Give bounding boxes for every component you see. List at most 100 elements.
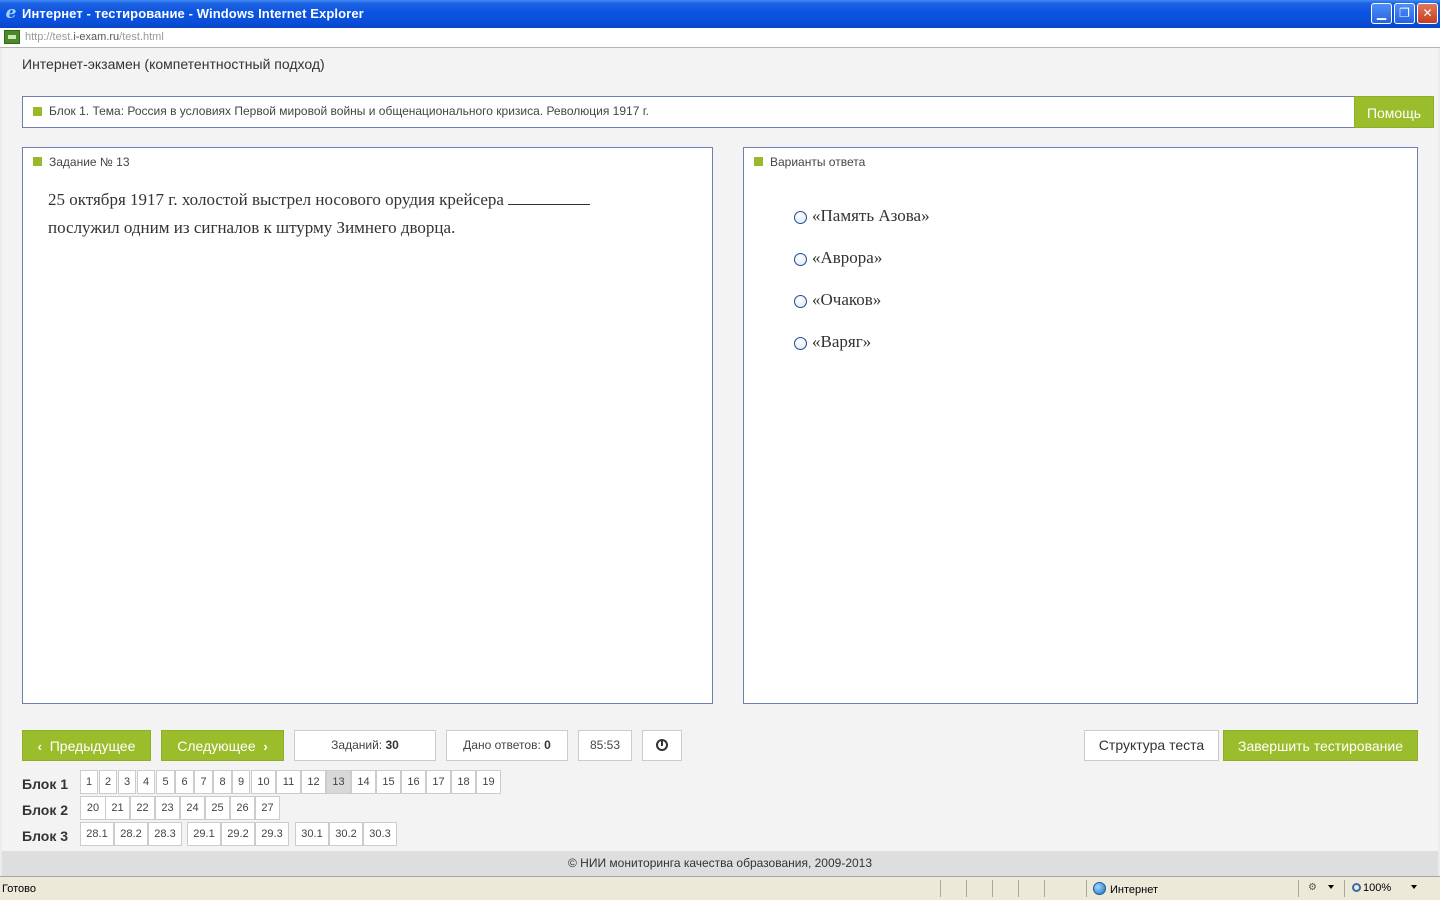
- status-separator: [1018, 880, 1019, 897]
- task-nav-cell[interactable]: 22: [130, 796, 155, 820]
- answer-option-label[interactable]: «Аврора»: [812, 248, 882, 268]
- test-structure-button[interactable]: Структура теста: [1084, 730, 1219, 761]
- task-nav-cell[interactable]: 13: [326, 770, 351, 794]
- answer-blank: [508, 189, 591, 205]
- answers-count-label: Дано ответов:: [463, 738, 541, 752]
- task-nav-cell[interactable]: 28.2: [114, 822, 148, 846]
- block-label: Блок 2: [22, 802, 69, 818]
- task-nav-cell[interactable]: 19: [476, 770, 501, 794]
- status-separator: [1344, 880, 1345, 897]
- task-nav-cell[interactable]: 29.3: [255, 822, 289, 846]
- task-nav-cell[interactable]: 3: [118, 770, 136, 794]
- finish-test-button[interactable]: Завершить тестирование: [1223, 730, 1418, 761]
- block-row-3: Блок 3 28.1 28.2 28.3 29.1 29.2 29.3 30.1 30.2 3…: [22, 822, 522, 846]
- status-bar: Готово Интернет ⚙ 100%: [0, 876, 1440, 900]
- chevron-right-icon: ›: [263, 739, 268, 754]
- answer-option-label[interactable]: «Очаков»: [812, 290, 881, 310]
- task-nav-cell[interactable]: 26: [230, 796, 255, 820]
- task-nav-cell[interactable]: 24: [180, 796, 205, 820]
- zoom-icon: [1352, 883, 1361, 892]
- task-nav-cell[interactable]: 16: [401, 770, 426, 794]
- task-nav-cell[interactable]: 11: [276, 770, 301, 794]
- ie-logo-icon: e: [5, 3, 17, 23]
- task-nav-cell[interactable]: 23: [155, 796, 180, 820]
- status-separator: [940, 880, 941, 897]
- radio-button[interactable]: [794, 337, 807, 350]
- task-nav-cell[interactable]: 12: [301, 770, 326, 794]
- timer-display: 85:53: [578, 730, 632, 761]
- task-nav-cell[interactable]: 21: [105, 796, 130, 820]
- next-button[interactable]: Следующее ›: [161, 730, 284, 761]
- site-favicon-icon: [4, 30, 20, 44]
- maximize-button[interactable]: ❐: [1394, 3, 1415, 24]
- radio-button[interactable]: [794, 295, 807, 308]
- task-nav-cell[interactable]: 10: [251, 770, 276, 794]
- task-nav-cell[interactable]: 2: [99, 770, 117, 794]
- security-zone[interactable]: Интернет: [1093, 882, 1158, 896]
- minimize-button[interactable]: ▁: [1371, 3, 1392, 24]
- task-header: Задание № 13: [49, 155, 130, 169]
- zoom-level: 100%: [1363, 882, 1392, 894]
- answer-option-label[interactable]: «Память Азова»: [812, 206, 930, 226]
- task-nav-cell[interactable]: 30.2: [329, 822, 363, 846]
- status-separator: [992, 880, 993, 897]
- task-nav-cell[interactable]: 9: [232, 770, 250, 794]
- task-nav-cell[interactable]: 29.2: [221, 822, 255, 846]
- chevron-down-icon[interactable]: [1328, 885, 1334, 889]
- task-nav-cell[interactable]: 20: [80, 796, 106, 820]
- block-topic-bar: Блок 1. Тема: Россия в условиях Первой м…: [22, 96, 1434, 128]
- task-nav-cell[interactable]: 4: [137, 770, 155, 794]
- task-nav-cell[interactable]: 7: [194, 770, 213, 794]
- chevron-down-icon[interactable]: [1411, 885, 1417, 889]
- answer-option-label[interactable]: «Варяг»: [812, 332, 871, 352]
- task-nav-cell[interactable]: 1: [80, 770, 98, 794]
- task-nav-cell[interactable]: 18: [451, 770, 476, 794]
- square-bullet-icon: [33, 107, 42, 116]
- task-nav-cell[interactable]: 30.1: [295, 822, 329, 846]
- page-url[interactable]: http://test.i-exam.ru/test.html: [25, 31, 164, 43]
- task-nav-cell[interactable]: 14: [351, 770, 376, 794]
- radio-button[interactable]: [794, 253, 807, 266]
- zoom-control[interactable]: 100%: [1352, 882, 1391, 894]
- tasks-count-box: Заданий: 30: [294, 730, 436, 761]
- status-text: Готово: [2, 883, 36, 895]
- block-row-2: Блок 2 20 21 22 23 24 25 26 27: [22, 796, 522, 820]
- radio-button[interactable]: [794, 211, 807, 224]
- tasks-count-value: 30: [385, 738, 399, 752]
- tasks-count-label: Заданий:: [331, 738, 383, 752]
- answers-panel: Варианты ответа «Память Азова» «Аврора» …: [743, 147, 1418, 704]
- task-panel: Задание № 13 25 октября 1917 г. холостой…: [22, 147, 713, 704]
- block-row-1: Блок 1 1 2 3 4 5 6 7 8 9 10 11 12 13 14 15 16 17 18 19: [22, 770, 522, 794]
- close-button[interactable]: ✕: [1417, 3, 1438, 24]
- task-nav-cell[interactable]: 5: [156, 770, 175, 794]
- globe-icon: [1093, 882, 1106, 895]
- question-part2: послужил одним из сигналов к штурму Зимн…: [48, 218, 456, 237]
- status-separator: [1298, 880, 1299, 897]
- page-content: Интернет-экзамен (компетентностный подхо…: [2, 48, 1438, 876]
- task-nav-cell[interactable]: 6: [175, 770, 194, 794]
- security-zone-label: Интернет: [1110, 884, 1158, 896]
- status-separator: [966, 880, 967, 897]
- next-button-label: Следующее: [177, 738, 256, 754]
- clock-icon: [656, 738, 668, 751]
- window-titlebar: e Интернет - тестирование - Windows Inte…: [0, 0, 1440, 28]
- task-nav-cell[interactable]: 17: [426, 770, 451, 794]
- task-nav-cell[interactable]: 29.1: [187, 822, 221, 846]
- window-title: Интернет - тестирование - Windows Intern…: [22, 6, 364, 21]
- task-nav-cell[interactable]: 28.1: [80, 822, 114, 846]
- square-bullet-icon: [33, 157, 42, 166]
- protected-mode-icon[interactable]: ⚙: [1308, 882, 1322, 894]
- timer-toggle-button[interactable]: [642, 730, 682, 761]
- task-nav-cell[interactable]: 25: [205, 796, 230, 820]
- question-text: 25 октября 1917 г. холостой выстрел носо…: [48, 186, 658, 242]
- page-title: Интернет-экзамен (компетентностный подхо…: [22, 56, 325, 72]
- task-nav-cell[interactable]: 30.3: [363, 822, 397, 846]
- task-nav-cell[interactable]: 15: [376, 770, 401, 794]
- task-nav-cell[interactable]: 28.3: [148, 822, 182, 846]
- answers-header: Варианты ответа: [770, 155, 866, 169]
- task-nav-cell[interactable]: 8: [213, 770, 232, 794]
- help-button[interactable]: Помощь: [1354, 96, 1434, 128]
- task-nav-cell[interactable]: 27: [255, 796, 280, 820]
- previous-button[interactable]: ‹ Предыдущее: [22, 730, 151, 761]
- block-topic-text: Блок 1. Тема: Россия в условиях Первой м…: [49, 104, 649, 118]
